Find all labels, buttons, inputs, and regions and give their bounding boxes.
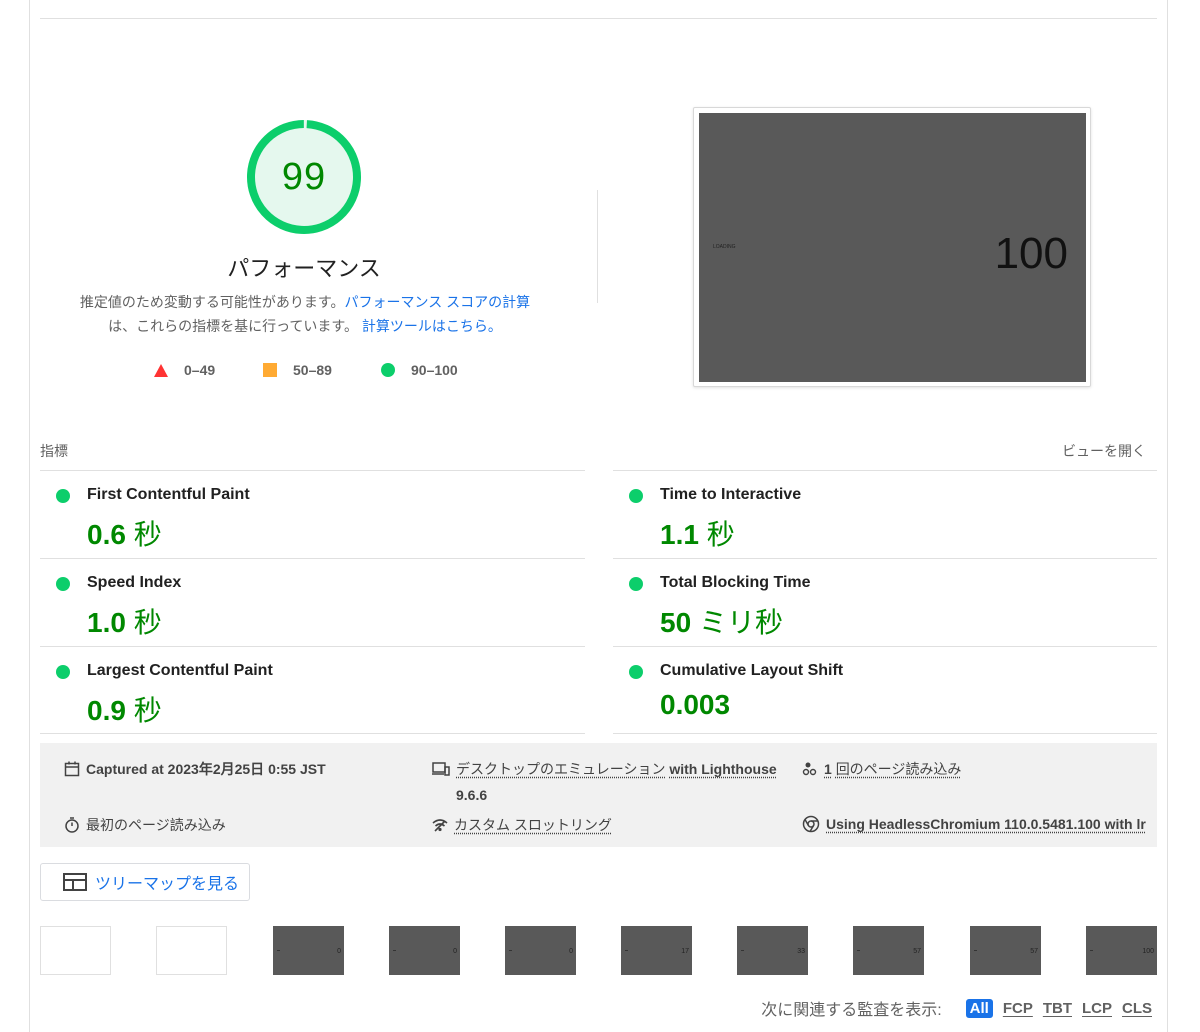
audit-filter: 次に関連する監査を表示: All FCP TBT LCP CLS — [761, 996, 1152, 1020]
metrics-heading: 指標 — [40, 443, 68, 459]
section-divider — [40, 18, 1157, 19]
pass-circle-icon — [629, 489, 643, 503]
metric-total-blocking-time: Total Blocking Time 50 ミリ秒 — [613, 558, 1157, 646]
filter-chip-all[interactable]: All — [965, 998, 993, 1018]
filmstrip-frame: 17 — [621, 926, 692, 975]
performance-title: パフォーマンス — [227, 256, 381, 281]
metric-value: 50 ミリ秒 — [660, 607, 783, 638]
metric-title: Speed Index — [87, 574, 182, 591]
description-text: 推定値のため変動する可能性があります。 — [79, 294, 345, 310]
page-loads[interactable]: 1 回のページ読み込み — [802, 759, 961, 779]
devices-icon — [432, 762, 450, 776]
filmstrip-frame — [40, 926, 111, 975]
legend-label: 0–49 — [184, 362, 216, 378]
loading-text: LOADING — [713, 244, 736, 250]
filter-label: 次に関連する監査を表示: — [761, 1002, 942, 1019]
metric-value: 1.1 秒 — [660, 519, 735, 550]
filmstrip-frame: 57 — [970, 926, 1041, 975]
filmstrip-frame: 0 — [389, 926, 460, 975]
triangle-icon — [154, 363, 168, 377]
pass-circle-icon — [56, 665, 70, 679]
description-text-2: は、これらの指標を基に行っています。 — [108, 318, 358, 334]
browser-version[interactable]: Using HeadlessChromium 110.0.5481.100 wi… — [802, 815, 1146, 833]
device-emulation[interactable]: デスクトップのエミュレーション with Lighthouse — [432, 759, 777, 779]
performance-score: 99 — [281, 156, 327, 198]
pass-circle-icon — [629, 577, 643, 591]
metric-speed-index: Speed Index 1.0 秒 — [40, 558, 585, 646]
metric-first-contentful-paint: First Contentful Paint 0.6 秒 — [40, 470, 585, 558]
captured-at: Captured at 2023年2月25日 0:55 JST — [64, 759, 326, 779]
metric-time-to-interactive: Time to Interactive 1.1 秒 — [613, 470, 1157, 558]
legend-label: 90–100 — [411, 362, 458, 378]
view-treemap-button[interactable]: ツリーマップを見る — [40, 863, 250, 901]
screenshot-number: 100 — [994, 229, 1068, 278]
filter-chip-fcp[interactable]: FCP — [1003, 1000, 1033, 1017]
chrome-icon — [802, 815, 820, 833]
filmstrip-frame: 33 — [737, 926, 808, 975]
final-screenshot[interactable]: LOADING 100 — [693, 107, 1091, 387]
network-throttling[interactable]: カスタム スロットリング — [432, 815, 612, 835]
legend-average: 50–89 — [263, 360, 332, 380]
metric-title: Largest Contentful Paint — [87, 662, 273, 679]
screenshot-image: LOADING 100 — [699, 113, 1086, 382]
legend-pass: 90–100 — [381, 360, 458, 380]
wifi-icon — [432, 819, 448, 832]
metric-value: 0.6 秒 — [87, 519, 162, 550]
legend-fail: 0–49 — [154, 360, 215, 380]
filmstrip-frame: 0 — [505, 926, 576, 975]
lighthouse-version: 9.6.6 — [456, 787, 488, 803]
filmstrip-frame: 100 — [1086, 926, 1157, 975]
filmstrip-frame — [156, 926, 227, 975]
treemap-label: ツリーマップを見る — [95, 876, 240, 893]
metric-cumulative-layout-shift: Cumulative Layout Shift 0.003 — [613, 646, 1157, 734]
metric-value: 1.0 秒 — [87, 607, 162, 638]
legend-label: 50–89 — [293, 362, 332, 378]
metric-value: 0.003 — [660, 689, 731, 720]
first-page-load: 最初のページ読み込み — [64, 815, 226, 835]
runtime-settings: Captured at 2023年2月25日 0:55 JST 最初のページ読み… — [40, 743, 1157, 847]
metric-value: 0.9 秒 — [87, 695, 162, 726]
metrics-toggle[interactable]: ビューを開く — [1062, 441, 1146, 461]
pass-circle-icon — [629, 665, 643, 679]
filmstrip-frame: 0 — [273, 926, 344, 975]
metric-title: Total Blocking Time — [660, 574, 811, 591]
score-description: 推定値のため変動する可能性があります。パフォーマンス スコアの計算 は、これらの… — [60, 290, 550, 338]
calendar-icon — [64, 761, 80, 777]
page-loads-icon — [802, 762, 817, 776]
score-calculation-link[interactable]: パフォーマンス スコアの計算 — [345, 294, 531, 310]
metric-title: Time to Interactive — [660, 486, 802, 503]
calculator-link[interactable]: 計算ツールはこちら。 — [362, 318, 502, 334]
filmstrip-frame: 57 — [853, 926, 924, 975]
filter-chip-cls[interactable]: CLS — [1122, 1000, 1152, 1017]
filter-chip-tbt[interactable]: TBT — [1043, 1000, 1072, 1017]
metric-title: Cumulative Layout Shift — [660, 662, 844, 679]
stopwatch-icon — [65, 817, 79, 833]
pass-circle-icon — [56, 577, 70, 591]
square-icon — [263, 363, 277, 377]
vertical-divider — [597, 190, 598, 303]
treemap-icon — [63, 873, 87, 891]
pass-circle-icon — [56, 489, 70, 503]
circle-icon — [381, 363, 395, 377]
metric-title: First Contentful Paint — [87, 486, 250, 503]
filter-chip-lcp[interactable]: LCP — [1082, 1000, 1112, 1017]
metric-largest-contentful-paint: Largest Contentful Paint 0.9 秒 — [40, 646, 585, 734]
